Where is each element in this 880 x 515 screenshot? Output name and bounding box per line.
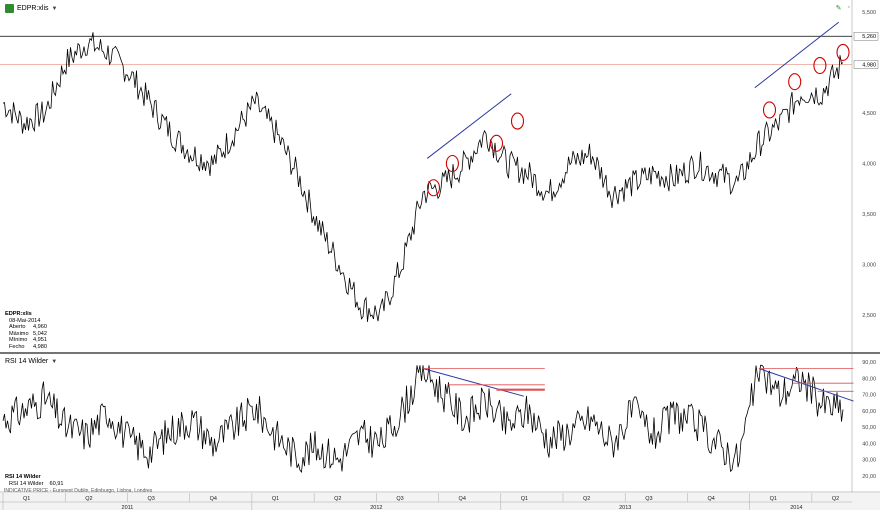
info-title: EDPR:xlis (5, 311, 32, 317)
info-row: Mínimo 4,951 (9, 337, 47, 344)
quarter-label: Q1 (272, 496, 279, 502)
quarter-label: Q4 (459, 496, 466, 502)
rsi-tick-label: 70,00 (862, 393, 876, 399)
year-label: 2011 (122, 505, 134, 510)
rsi-tick-label: 60,00 (862, 409, 876, 415)
rsi-tick-label: 40,00 (862, 441, 876, 447)
rsi-header[interactable]: RSI 14 Wilder ▼ (5, 358, 57, 365)
quarter-label: Q1 (770, 496, 777, 502)
year-label: 2013 (619, 505, 631, 510)
quarter-label: Q3 (396, 496, 403, 502)
info-row: Aberto 4,960 (9, 324, 47, 331)
year-label: 2012 (370, 505, 382, 510)
chart-app-icon (5, 4, 14, 13)
info-row: Máximo 5,042 (9, 330, 47, 337)
price-badge-lower-label: 4,980 (862, 63, 876, 69)
quarter-label: Q2 (832, 496, 839, 502)
price-tick-label: 5,500 (862, 10, 876, 16)
chart-stage: 5,5005,0004,5004,0003,5003,0002,500 5,26… (0, 0, 880, 511)
rsi-series-line (2, 364, 844, 473)
price-header[interactable]: EDPR:xlis ▼ (5, 4, 57, 13)
chart-svg: 5,5005,0004,5004,0003,5003,0002,500 5,26… (0, 0, 880, 511)
rsi-info-row: RSI 14 Wilder 60,91 (9, 480, 64, 487)
rsi-info-box: RSI 14 Wilder RSI 14 Wilder 60,91 (5, 474, 64, 488)
quarter-label: Q4 (707, 496, 714, 502)
price-info-box: EDPR:xlis 08-Mai-2014 Aberto 4,960 Máximo… (5, 311, 47, 351)
panel-controls: ✎ ▫ (836, 4, 850, 12)
rsi-tick-label: 90,00 (862, 360, 876, 366)
quarter-label: Q2 (85, 496, 92, 502)
rsi-tick-label: 30,00 (862, 458, 876, 464)
rsi-info-title: RSI 14 Wilder (5, 474, 41, 480)
price-badge-upper-label: 5,260 (862, 34, 876, 40)
price-tick-label: 3,500 (862, 212, 876, 218)
pin-icon[interactable]: ✎ (836, 4, 842, 12)
rsi-tick-label: 50,00 (862, 425, 876, 431)
quarter-label: Q2 (583, 496, 590, 502)
quarter-label: Q1 (521, 496, 528, 502)
price-tick-label: 4,500 (862, 111, 876, 117)
quarter-label: Q1 (23, 496, 30, 502)
info-row: Fecho 4,980 (9, 343, 47, 350)
quarter-label: Q3 (147, 496, 154, 502)
symbol-label: EDPR:xlis (17, 5, 49, 12)
provider-note: INDICATIVE PRICE - Euronext Dublin, Edin… (4, 488, 153, 494)
info-date: 08-Mai-2014 (9, 317, 41, 324)
quarter-label: Q2 (334, 496, 341, 502)
rsi-divergence-line (422, 368, 524, 397)
rsi-title: RSI 14 Wilder (5, 358, 49, 365)
quarter-label: Q4 (210, 496, 217, 502)
chevron-down-icon[interactable]: ▼ (51, 359, 57, 365)
price-panel-frame (0, 0, 880, 352)
close-icon[interactable]: ▫ (848, 4, 850, 12)
chevron-down-icon[interactable]: ▼ (52, 6, 58, 12)
rsi-tick-label: 80,00 (862, 376, 876, 382)
rsi-tick-label: 20,00 (862, 474, 876, 480)
price-tick-label: 2,500 (862, 313, 876, 319)
price-tick-label: 4,000 (862, 162, 876, 168)
price-tick-label: 3,000 (862, 263, 876, 269)
year-label: 2014 (790, 505, 802, 510)
quarter-label: Q3 (645, 496, 652, 502)
